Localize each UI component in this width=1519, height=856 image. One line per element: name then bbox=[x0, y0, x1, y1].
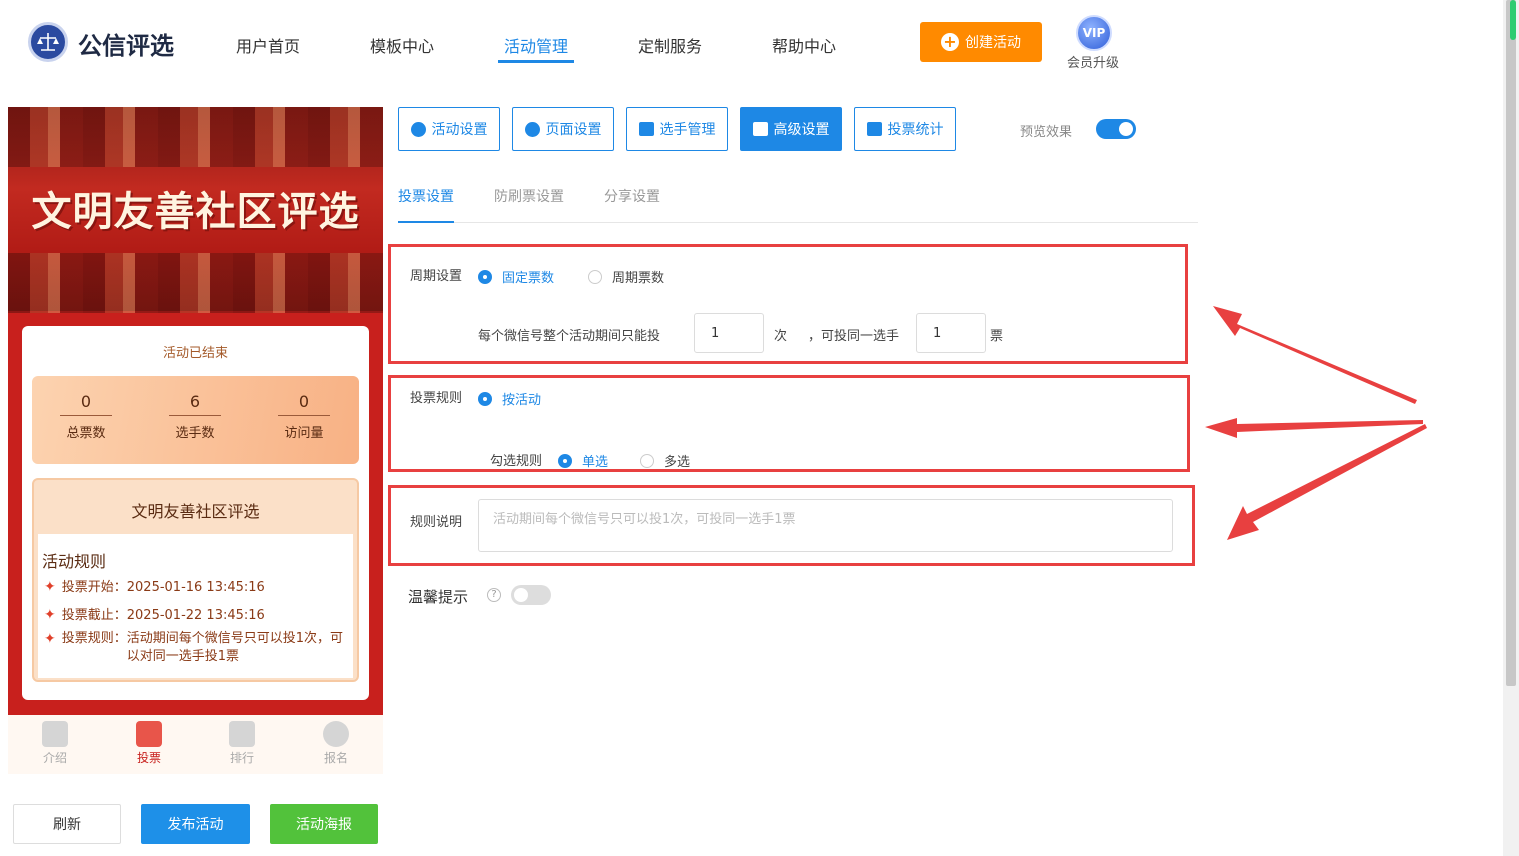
nav-help-center[interactable]: 帮助中心 bbox=[772, 33, 836, 57]
nav-home[interactable]: 用户首页 bbox=[236, 33, 300, 57]
preview-tabbar: 介绍 投票 排行 报名 bbox=[8, 715, 383, 774]
nav-templates[interactable]: 模板中心 bbox=[370, 33, 434, 57]
preview-tab-signup[interactable]: 报名 bbox=[306, 721, 366, 766]
annotation-arrows-icon bbox=[1205, 306, 1427, 540]
period-label: 周期设置 bbox=[410, 269, 463, 284]
stat-label: 总票数 bbox=[66, 426, 106, 441]
scrollbar-indicator bbox=[1510, 0, 1516, 40]
brand-name[interactable]: 公信评选 bbox=[78, 26, 174, 61]
radio-fixed-votes[interactable]: 固定票数 bbox=[478, 267, 554, 286]
activity-rules-box: 活动规则 ✦ 投票开始：2025-01-16 13:45:16 ✦ 投票截止：202… bbox=[38, 534, 353, 678]
crown-icon bbox=[229, 721, 255, 747]
votes-unit: 票 bbox=[990, 329, 1004, 344]
radio-off bbox=[588, 269, 602, 284]
scrollbar-thumb[interactable] bbox=[1506, 0, 1516, 686]
sparkle-icon: ✦ bbox=[44, 631, 56, 647]
times-input[interactable]: 1 bbox=[694, 313, 764, 353]
publish-activity-button[interactable]: 发布活动 bbox=[141, 804, 250, 844]
subtab-divider bbox=[398, 222, 1198, 223]
nav-activity-management[interactable]: 活动管理 bbox=[504, 33, 568, 57]
plus-icon: + bbox=[941, 33, 959, 51]
users-icon bbox=[638, 122, 654, 136]
activity-status: 活动已结束 bbox=[162, 346, 228, 361]
refresh-button[interactable]: 刷新 bbox=[13, 804, 121, 844]
period-line-prefix: 每个微信号整个活动期间只能投 bbox=[478, 329, 661, 344]
banner-photo-strip-top bbox=[8, 107, 383, 167]
warm-tip-toggle[interactable] bbox=[511, 585, 551, 605]
mobile-preview: 文明友善社区评选 活动已结束 0 总票数 6 选手数 0 访问量 文明友善社区评… bbox=[8, 107, 383, 774]
banner-photo-strip-bottom bbox=[8, 253, 383, 313]
tab-activity-settings[interactable]: 活动设置 bbox=[398, 107, 500, 151]
times-unit: 次 bbox=[774, 329, 788, 344]
stat-contestants: 6 选手数 bbox=[155, 392, 235, 441]
banner-title: 文明友善社区评选 bbox=[31, 188, 360, 235]
radio-periodic-votes[interactable]: 周期票数 bbox=[588, 267, 664, 286]
stat-label: 访问量 bbox=[284, 426, 324, 441]
tab-page-settings[interactable]: 页面设置 bbox=[512, 107, 614, 151]
preview-toggle-label: 预览效果 bbox=[1020, 125, 1073, 140]
sliders-icon bbox=[752, 122, 768, 136]
radio-on bbox=[478, 391, 492, 406]
logo-scales-icon[interactable] bbox=[28, 22, 68, 62]
radio-on bbox=[558, 453, 572, 468]
preview-tab-ranking[interactable]: 排行 bbox=[212, 721, 272, 766]
rule-vote-end: ✦ 投票截止：2025-01-22 13:45:16 bbox=[44, 607, 265, 623]
preview-banner: 文明友善社区评选 bbox=[8, 107, 383, 313]
stat-value: 0 bbox=[278, 392, 330, 416]
gear-icon bbox=[524, 121, 540, 137]
select-rule-label: 勾选规则 bbox=[490, 454, 543, 469]
stat-value: 0 bbox=[60, 392, 112, 416]
subtab-anti-fraud[interactable]: 防刷票设置 bbox=[494, 186, 564, 206]
preview-stats-card: 活动已结束 0 总票数 6 选手数 0 访问量 文明友善社区评选 活动规则 ✦ 投… bbox=[22, 326, 369, 700]
sparkle-icon: ✦ bbox=[44, 579, 56, 595]
tab-vote-statistics[interactable]: 投票统计 bbox=[854, 107, 956, 151]
tab-contestant-management[interactable]: 选手管理 bbox=[626, 107, 728, 151]
help-icon[interactable]: ? bbox=[487, 588, 501, 602]
radio-single-select[interactable]: 单选 bbox=[558, 451, 608, 470]
radio-multi-select[interactable]: 多选 bbox=[640, 451, 690, 470]
nav-active-underline bbox=[498, 60, 574, 63]
home-icon bbox=[136, 721, 162, 747]
rules-heading: 活动规则 bbox=[42, 552, 107, 571]
subtab-vote-settings[interactable]: 投票设置 bbox=[398, 186, 454, 206]
stats-panel: 0 总票数 6 选手数 0 访问量 bbox=[32, 376, 359, 464]
document-icon bbox=[42, 721, 68, 747]
preview-tab-intro[interactable]: 介绍 bbox=[25, 721, 85, 766]
stat-label: 选手数 bbox=[175, 426, 215, 441]
rule-vote-rule: ✦ 投票规则： 活动期间每个微信号只可以投1次，可以对同一选手投1票 bbox=[44, 631, 344, 664]
rule-description-textarea[interactable]: 活动期间每个微信号只可以投1次，可投同一选手1票 bbox=[478, 499, 1173, 552]
highlight-period-settings bbox=[388, 244, 1188, 364]
bar-chart-icon bbox=[866, 122, 882, 136]
activity-poster-button[interactable]: 活动海报 bbox=[270, 804, 378, 844]
rule-description-label: 规则说明 bbox=[410, 515, 463, 530]
tab-advanced-settings[interactable]: 高级设置 bbox=[740, 107, 842, 151]
subtab-active-underline bbox=[398, 221, 454, 223]
vote-rule-label: 投票规则 bbox=[410, 391, 463, 406]
stat-total-votes: 0 总票数 bbox=[46, 392, 126, 441]
subtab-share-settings[interactable]: 分享设置 bbox=[604, 186, 660, 206]
create-activity-label: 创建活动 bbox=[965, 35, 1021, 51]
star-icon bbox=[410, 121, 426, 137]
activity-info-panel: 文明友善社区评选 活动规则 ✦ 投票开始：2025-01-16 13:45:16 … bbox=[32, 478, 359, 682]
create-activity-button[interactable]: + 创建活动 bbox=[920, 22, 1042, 62]
preview-toggle[interactable] bbox=[1096, 119, 1136, 139]
preview-tab-vote[interactable]: 投票 bbox=[119, 721, 179, 766]
nav-custom-service[interactable]: 定制服务 bbox=[638, 33, 702, 57]
warm-tip-label: 温馨提示 bbox=[408, 588, 469, 606]
activity-info-title: 文明友善社区评选 bbox=[131, 502, 260, 521]
radio-by-activity[interactable]: 按活动 bbox=[478, 389, 541, 408]
person-icon bbox=[323, 721, 349, 747]
rule-vote-start: ✦ 投票开始：2025-01-16 13:45:16 bbox=[44, 579, 265, 595]
stat-visits: 0 访问量 bbox=[264, 392, 344, 441]
same-contestant-prefix: ，可投同一选手 bbox=[808, 329, 900, 344]
vip-upgrade-link[interactable]: 会员升级 bbox=[1067, 52, 1119, 71]
radio-off bbox=[640, 453, 654, 468]
stat-value: 6 bbox=[169, 392, 221, 416]
vip-badge-icon[interactable]: VIP bbox=[1076, 15, 1112, 51]
votes-input[interactable]: 1 bbox=[916, 313, 986, 353]
sparkle-icon: ✦ bbox=[44, 607, 56, 623]
radio-on bbox=[478, 269, 492, 284]
